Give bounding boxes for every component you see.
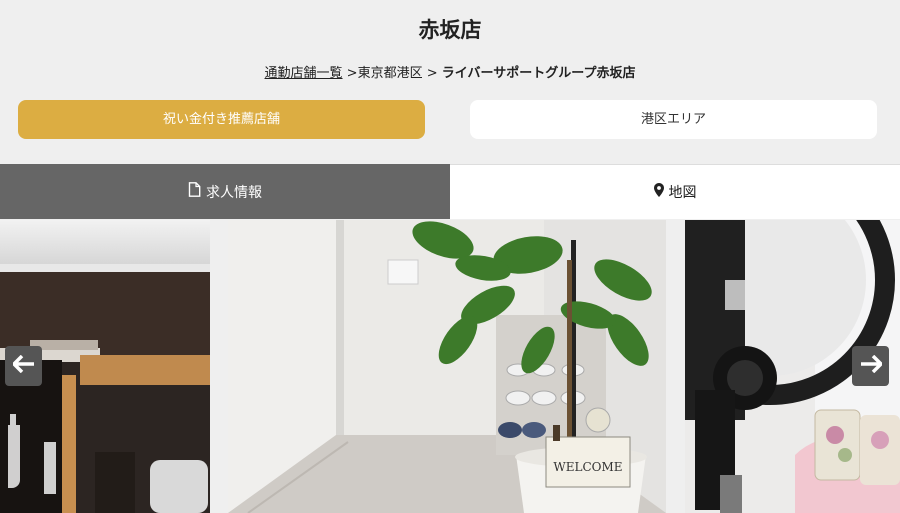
page: 赤坂店 通勤店舗一覧 >東京都港区 > ライバーサポートグループ赤坂店 祝い金付… (0, 0, 900, 513)
recommended-store-button[interactable]: 祝い金付き推薦店舗 (18, 100, 425, 139)
breadcrumb-area: >東京都港区 (346, 66, 423, 81)
tab-job-info-label: 求人情報 (206, 184, 262, 201)
gallery-photo-welcome[interactable]: WELCOME (228, 220, 666, 513)
tab-map-label: 地図 (668, 185, 697, 201)
gallery-prev-button[interactable] (5, 346, 42, 386)
area-button[interactable]: 港区エリア (470, 100, 877, 139)
breadcrumb-current-store: ライバーサポートグループ赤坂店 (441, 66, 636, 81)
page-title: 赤坂店 (418, 18, 482, 42)
map-pin-icon (653, 183, 664, 201)
tab-job-info[interactable]: 求人情報 (0, 164, 450, 219)
tab-map[interactable]: 地図 (450, 164, 900, 219)
arrow-right-icon (860, 354, 883, 377)
gallery-next-button[interactable] (852, 346, 889, 386)
arrow-left-icon (11, 354, 35, 377)
welcome-sign-text: WELCOME (553, 460, 622, 474)
photo-gallery: WELCOME (0, 220, 900, 513)
breadcrumb-store-list-link[interactable]: 通勤店舗一覧 (265, 66, 343, 81)
document-icon (188, 182, 201, 201)
breadcrumb: 通勤店舗一覧 >東京都港区 > ライバーサポートグループ赤坂店 (0, 62, 900, 81)
breadcrumb-separator: > (426, 66, 438, 81)
tab-bar: 求人情報 地図 (0, 164, 900, 219)
